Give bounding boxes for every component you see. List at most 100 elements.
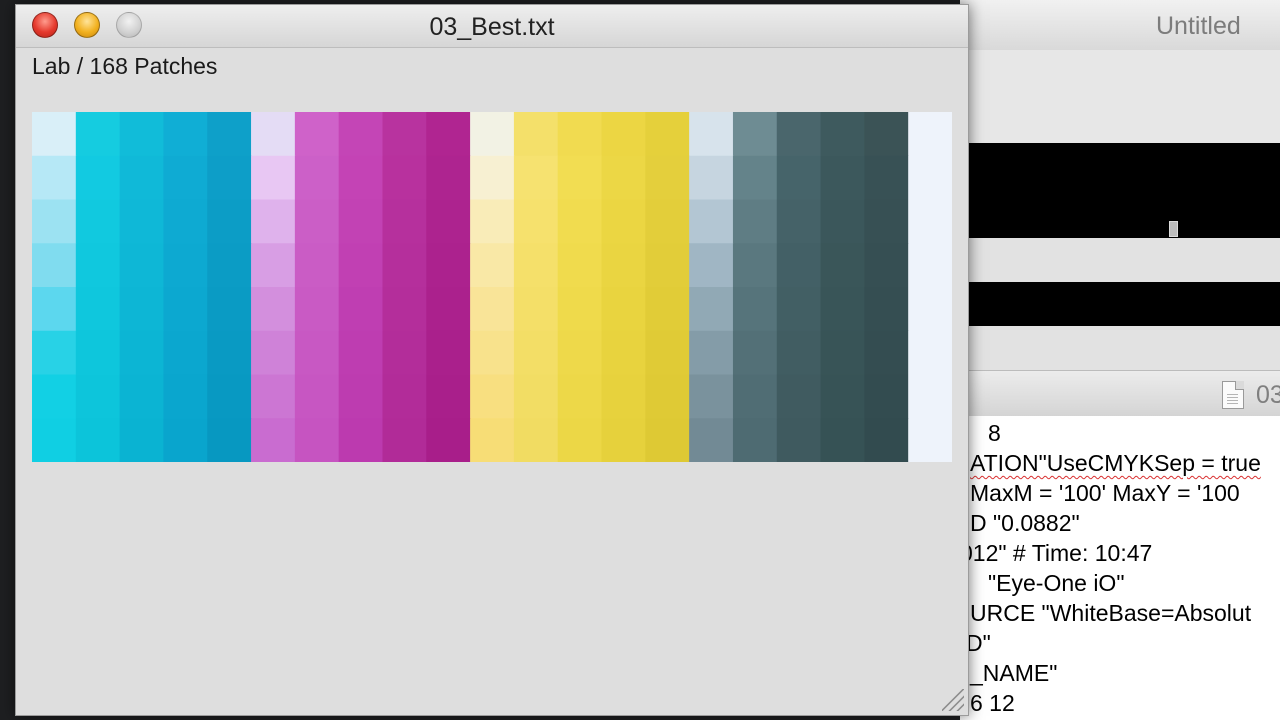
- color-patch[interactable]: [163, 155, 208, 201]
- color-patch[interactable]: [645, 418, 690, 462]
- color-patch[interactable]: [908, 199, 952, 244]
- color-patch[interactable]: [251, 374, 296, 419]
- color-patch[interactable]: [32, 155, 77, 201]
- color-patch[interactable]: [251, 243, 296, 288]
- color-patch[interactable]: [32, 199, 77, 244]
- color-patch[interactable]: [908, 374, 952, 419]
- color-patch[interactable]: [601, 418, 646, 462]
- color-patch[interactable]: [470, 199, 515, 244]
- color-patch[interactable]: [32, 287, 77, 332]
- color-patch[interactable]: [820, 243, 865, 288]
- color-patch[interactable]: [75, 287, 121, 332]
- color-patch[interactable]: [908, 243, 952, 288]
- color-patch[interactable]: [207, 330, 252, 376]
- color-patch[interactable]: [908, 287, 952, 332]
- color-patch[interactable]: [820, 374, 865, 419]
- color-patch[interactable]: [732, 112, 778, 157]
- color-patch[interactable]: [689, 155, 734, 201]
- color-patch[interactable]: [513, 418, 559, 462]
- color-patch[interactable]: [645, 243, 690, 288]
- color-patch[interactable]: [470, 112, 515, 157]
- color-patch[interactable]: [732, 243, 778, 288]
- slider-marker[interactable]: [1169, 221, 1178, 237]
- color-patch[interactable]: [382, 418, 427, 462]
- color-patch[interactable]: [32, 418, 77, 462]
- color-patch[interactable]: [601, 155, 646, 201]
- color-patch[interactable]: [382, 199, 427, 244]
- color-patch[interactable]: [557, 199, 603, 244]
- color-patch[interactable]: [513, 243, 559, 288]
- color-patch[interactable]: [470, 155, 515, 201]
- color-patch[interactable]: [776, 374, 822, 419]
- color-patch[interactable]: [338, 418, 384, 462]
- color-patch[interactable]: [207, 155, 252, 201]
- color-patch[interactable]: [119, 199, 165, 244]
- color-patch[interactable]: [207, 374, 252, 419]
- color-patch[interactable]: [163, 199, 208, 244]
- color-patch[interactable]: [732, 418, 778, 462]
- color-patch[interactable]: [119, 155, 165, 201]
- color-patch[interactable]: [426, 199, 471, 244]
- color-patch[interactable]: [426, 155, 471, 201]
- color-patch[interactable]: [732, 155, 778, 201]
- color-patch[interactable]: [820, 287, 865, 332]
- color-patch[interactable]: [163, 112, 208, 157]
- color-patch[interactable]: [338, 287, 384, 332]
- color-patch[interactable]: [557, 330, 603, 376]
- color-patch[interactable]: [382, 112, 427, 157]
- color-patch[interactable]: [820, 199, 865, 244]
- color-patch[interactable]: [119, 418, 165, 462]
- color-patch[interactable]: [294, 243, 340, 288]
- color-patch[interactable]: [645, 330, 690, 376]
- color-patch[interactable]: [601, 374, 646, 419]
- color-patch[interactable]: [207, 112, 252, 157]
- color-patch[interactable]: [338, 330, 384, 376]
- color-patch[interactable]: [75, 155, 121, 201]
- color-patch[interactable]: [908, 155, 952, 201]
- color-patch[interactable]: [426, 287, 471, 332]
- color-patch[interactable]: [294, 418, 340, 462]
- color-patch[interactable]: [163, 243, 208, 288]
- color-patch[interactable]: [689, 112, 734, 157]
- color-patch[interactable]: [513, 374, 559, 419]
- color-patch[interactable]: [864, 112, 909, 157]
- color-patch[interactable]: [75, 243, 121, 288]
- color-patch[interactable]: [732, 287, 778, 332]
- color-patch[interactable]: [294, 287, 340, 332]
- color-patch[interactable]: [470, 243, 515, 288]
- color-patch[interactable]: [119, 330, 165, 376]
- color-patch[interactable]: [776, 199, 822, 244]
- color-patch[interactable]: [776, 112, 822, 157]
- color-patch[interactable]: [557, 243, 603, 288]
- color-patch[interactable]: [645, 287, 690, 332]
- color-patch[interactable]: [251, 287, 296, 332]
- color-patch[interactable]: [513, 287, 559, 332]
- color-patch[interactable]: [32, 112, 77, 157]
- color-patch[interactable]: [426, 112, 471, 157]
- color-patch[interactable]: [864, 243, 909, 288]
- color-patch[interactable]: [32, 374, 77, 419]
- color-patch[interactable]: [820, 112, 865, 157]
- color-patch[interactable]: [601, 287, 646, 332]
- color-patch[interactable]: [119, 112, 165, 157]
- color-patch[interactable]: [251, 418, 296, 462]
- color-patch[interactable]: [689, 243, 734, 288]
- color-patch[interactable]: [820, 418, 865, 462]
- color-patch[interactable]: [75, 418, 121, 462]
- color-patch[interactable]: [689, 199, 734, 244]
- color-patch[interactable]: [32, 243, 77, 288]
- color-patch[interactable]: [426, 243, 471, 288]
- color-patch[interactable]: [820, 155, 865, 201]
- color-patch[interactable]: [251, 155, 296, 201]
- color-patch[interactable]: [732, 374, 778, 419]
- color-patch[interactable]: [645, 112, 690, 157]
- color-patch[interactable]: [776, 287, 822, 332]
- color-patch[interactable]: [864, 155, 909, 201]
- color-patch[interactable]: [820, 330, 865, 376]
- color-patch[interactable]: [470, 374, 515, 419]
- color-patch[interactable]: [689, 374, 734, 419]
- color-patch[interactable]: [864, 374, 909, 419]
- color-patch[interactable]: [338, 243, 384, 288]
- color-patch[interactable]: [163, 418, 208, 462]
- resize-grip[interactable]: [942, 689, 964, 711]
